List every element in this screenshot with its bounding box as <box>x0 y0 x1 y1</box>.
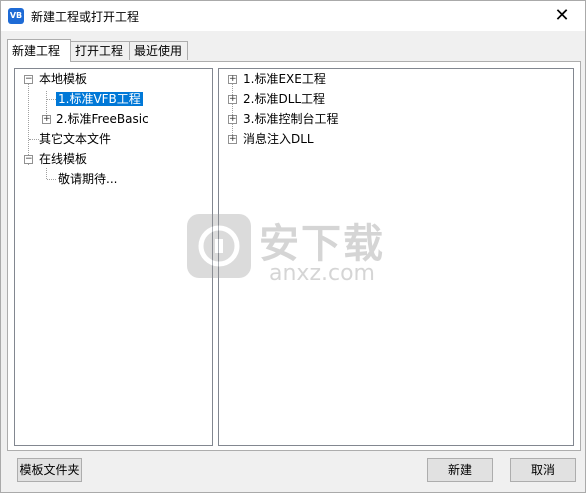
expand-icon[interactable]: + <box>228 95 237 104</box>
tree-node-other-text-files[interactable]: 其它文本文件 <box>39 130 111 148</box>
tree-node-coming-soon[interactable]: 敬请期待... <box>58 170 117 188</box>
close-button[interactable]: ✕ <box>539 1 585 31</box>
app-icon: VB <box>8 8 24 24</box>
tree-node-dll[interactable]: 2.标准DLL工程 <box>243 90 325 108</box>
tab-panel: − 本地模板 1.标准VFB工程 + 2.标准FreeBasic 其它文本文件 … <box>7 61 581 451</box>
template-list-tree[interactable]: + 1.标准EXE工程 + 2.标准DLL工程 + 3.标准控制台工程 + 消息… <box>218 68 574 446</box>
tree-guide <box>29 139 39 140</box>
dialog-window: VB 新建工程或打开工程 ✕ 新建工程 打开工程 最近使用 − 本地模板 1.标… <box>0 0 586 493</box>
expand-icon[interactable]: + <box>228 115 237 124</box>
new-button[interactable]: 新建 <box>427 458 493 482</box>
window-title: 新建工程或打开工程 <box>31 10 140 24</box>
tab-recent[interactable]: 最近使用 <box>129 41 188 60</box>
tree-guide <box>47 179 56 180</box>
tree-node-console[interactable]: 3.标准控制台工程 <box>243 110 338 128</box>
tree-guide <box>28 83 29 165</box>
tree-node-exe[interactable]: 1.标准EXE工程 <box>243 70 326 88</box>
title-bar[interactable]: VB 新建工程或打开工程 ✕ <box>1 1 585 31</box>
tree-node-local-templates[interactable]: 本地模板 <box>39 70 87 88</box>
tree-node-label: 1.标准VFB工程 <box>55 91 144 107</box>
tab-new-project[interactable]: 新建工程 <box>7 39 71 62</box>
tree-guide <box>46 168 47 179</box>
template-folder-button[interactable]: 模板文件夹 <box>17 458 82 482</box>
tab-open-project[interactable]: 打开工程 <box>70 41 130 60</box>
expand-icon[interactable]: + <box>228 135 237 144</box>
collapse-icon[interactable]: − <box>24 75 33 84</box>
tree-node-vfb-project[interactable]: 1.标准VFB工程 <box>55 90 144 108</box>
expand-icon[interactable]: + <box>228 75 237 84</box>
tree-node-freebasic[interactable]: 2.标准FreeBasic <box>56 110 149 128</box>
tree-node-inject-dll[interactable]: 消息注入DLL <box>243 130 314 148</box>
cancel-button[interactable]: 取消 <box>510 458 576 482</box>
tree-node-online-templates[interactable]: 在线模板 <box>39 150 87 168</box>
tree-guide <box>47 99 56 100</box>
close-icon: ✕ <box>554 5 570 26</box>
template-category-tree[interactable]: − 本地模板 1.标准VFB工程 + 2.标准FreeBasic 其它文本文件 … <box>14 68 213 446</box>
collapse-icon[interactable]: − <box>24 155 33 164</box>
expand-icon[interactable]: + <box>42 115 51 124</box>
